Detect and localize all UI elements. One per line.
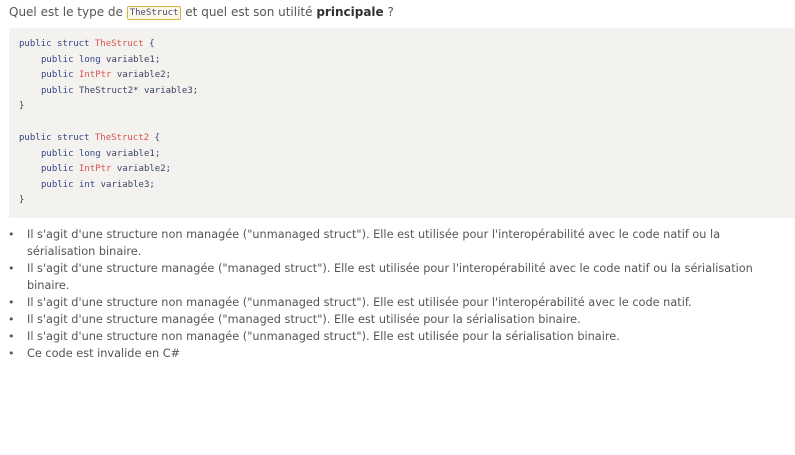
answer-option-2[interactable]: • Il s'agit d'une structure managée ("man…: [0, 260, 795, 294]
bullet-icon: •: [8, 296, 15, 309]
code-line: public IntPtr variable2;: [41, 164, 172, 174]
code-line: public long variable1;: [41, 55, 161, 65]
answer-option-5[interactable]: • Il s'agit d'une structure non managée (…: [0, 328, 795, 345]
code-line: }: [19, 195, 25, 205]
code-line: }: [19, 101, 25, 111]
code-block: public struct TheStruct { public long va…: [9, 28, 795, 218]
code-line: public IntPtr variable2;: [41, 70, 172, 80]
bullet-icon: •: [8, 262, 15, 275]
question-part3: ?: [383, 5, 394, 19]
question-part1: Quel est le type de: [9, 5, 127, 19]
answer-option-4[interactable]: • Il s'agit d'une structure managée ("man…: [0, 311, 795, 328]
question-text: Quel est le type de TheStruct et quel es…: [9, 2, 789, 22]
answer-option-6[interactable]: • Ce code est invalide en C#: [0, 345, 795, 362]
answer-option-1[interactable]: • Il s'agit d'une structure non managée (…: [0, 226, 795, 260]
code-line: public long variable1;: [41, 149, 161, 159]
answer-label: Ce code est invalide en C#: [27, 347, 181, 360]
answer-label: Il s'agit d'une structure managée ("mana…: [27, 262, 753, 292]
question-part2: et quel est son utilité: [181, 5, 317, 19]
bullet-icon: •: [8, 330, 15, 343]
answer-label: Il s'agit d'une structure non managée ("…: [27, 228, 721, 258]
code-line: public TheStruct2* variable3;: [41, 86, 199, 96]
code-line: public struct TheStruct {: [19, 39, 155, 49]
bullet-icon: •: [8, 347, 15, 360]
bullet-icon: •: [8, 228, 15, 241]
answer-option-3[interactable]: • Il s'agit d'une structure non managée (…: [0, 294, 795, 311]
code-line: public struct TheStruct2 {: [19, 133, 160, 143]
code-line: public int variable3;: [41, 180, 155, 190]
question-bold: principale: [316, 5, 384, 19]
answer-list: • Il s'agit d'une structure non managée (…: [0, 226, 795, 362]
answer-label: Il s'agit d'une structure managée ("mana…: [27, 313, 581, 326]
answer-label: Il s'agit d'une structure non managée ("…: [27, 330, 620, 343]
answer-label: Il s'agit d'une structure non managée ("…: [27, 296, 692, 309]
bullet-icon: •: [8, 313, 15, 326]
inline-code-thestruct: TheStruct: [126, 6, 182, 20]
